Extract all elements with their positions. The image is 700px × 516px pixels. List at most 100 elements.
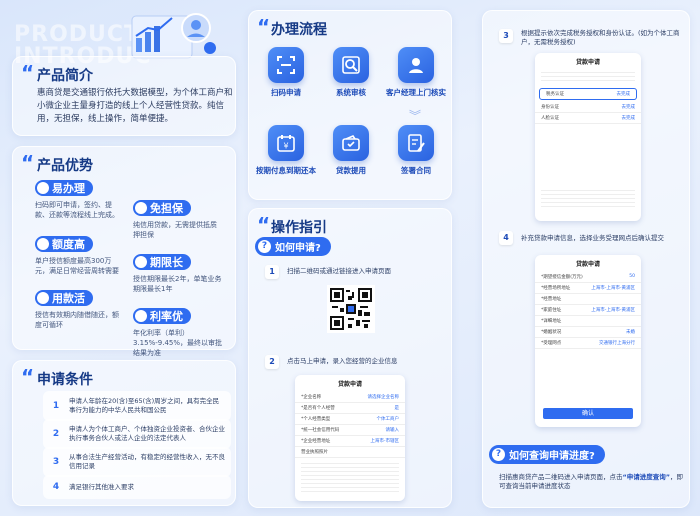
advantages-title: 产品优势 (37, 158, 93, 174)
advantage-item: 免担保 纯信用贷款，无需提供抵质押担保 (133, 199, 223, 240)
form-row: *企业名称 请选择企业名称 (295, 392, 405, 403)
right-panel: 3 根据提示依次完成税务授权和身份认证。(如为个体工商户，无需税务授权) 贷款申… (482, 10, 690, 508)
advantage-label: 易办理 (52, 182, 85, 195)
wallet-icon (333, 125, 369, 161)
advantage-item: 利率优 年化利率（单利）3.15%-9.45%，最终以审批结果为准 (133, 307, 223, 358)
advantage-item: 用款活 授信有效期内随借随还，额度可循环 (35, 289, 125, 330)
form-row: 税务认证 去完成 (539, 88, 637, 100)
condition-number: 4 (52, 481, 60, 492)
condition-item: 2 申请人为个体工商户、个体独资企业投资者、合伙企业执行事务合伙人或法人企业的法定… (43, 419, 231, 449)
phone-mockup: 贷款申请 *企业名称 请选择企业名称 *是否有个人经营是 *个人经营类型 个体工商户… (295, 375, 405, 501)
condition-number: 3 (52, 456, 60, 467)
phone-title: 贷款申请 (575, 261, 600, 268)
how-to-apply-label: 如何申请? (275, 243, 321, 254)
step-text: 点击马上申请，录入您经营的企业信息 (287, 357, 398, 365)
calendar-yen-icon: ¥ (268, 125, 304, 161)
quote-mark-icon: “ (257, 213, 271, 237)
process-step: 贷款提用 (321, 125, 381, 175)
form-row: *企业经营地址 上海市-市辖区 (295, 436, 405, 447)
process-step: ¥ 按期付息到期还本 (256, 125, 316, 175)
qr-code (327, 285, 375, 333)
process-title: 办理流程 (271, 22, 327, 38)
shield-icon (135, 202, 147, 214)
yen-icon (37, 238, 49, 250)
percent-icon (135, 310, 147, 322)
step-text: 扫描二维码或通过链接进入申请页面 (287, 267, 391, 275)
form-row: *经营地址 (535, 294, 641, 305)
advantage-item: 额度高 单户授信额度最高300万元，满足日常经营周转需要 (35, 235, 125, 276)
scan-icon (268, 47, 304, 83)
condition-text: 满足银行其他准入要求 (69, 482, 134, 491)
intro-text: 惠商贷是交通银行依托大数据模型，为个体工商户和小微企业主量身打造的线上个人经营性… (37, 88, 233, 124)
process-panel: “ 办理流程 扫码申请 系统审核 客户经理上门核实 ︾ ¥ 按期付息到期还本 贷款… (248, 10, 452, 200)
chevron-down-icon: ︾ (409, 109, 422, 123)
form-row: 人脸认证 去完成 (535, 113, 641, 124)
condition-number: 1 (52, 400, 60, 411)
condition-item: 3 从事合法生产经营活动，有稳定的经营性收入，无不良信用记录 (43, 447, 231, 477)
process-step: 签署合同 (386, 125, 446, 175)
condition-text: 从事合法生产经营活动，有稳定的经营性收入，无不良信用记录 (69, 453, 225, 470)
query-progress-title: 如何查询申请进度? (509, 451, 595, 462)
svg-text:¥: ¥ (283, 142, 288, 151)
advantage-label: 利率优 (150, 310, 183, 323)
intro-panel: “ 产品简介 惠商贷是交通银行依托大数据模型，为个体工商户和小微企业主量身打造的… (12, 56, 236, 136)
watermark-word-1: PRODUCT (14, 22, 141, 47)
query-progress-text: 扫描惠商贷产品二维码进入申请页面，点击“申请进度查询”，即可查询当前申请进度状态 (499, 473, 684, 490)
advantage-desc: 年化利率（单利）3.15%-9.45%，最终以审批结果为准 (133, 329, 223, 357)
intro-title: 产品简介 (37, 68, 93, 84)
advantage-desc: 纯信用贷款，无需提供抵质押担保 (133, 221, 217, 239)
advantage-label: 期限长 (150, 256, 183, 269)
advantage-item: 易办理 扫码即可申请，签约、提款、还款等流程线上完成。 (35, 179, 125, 220)
form-row: 身份认证 去完成 (535, 102, 641, 113)
form-row: *期望授信金额(万元) 50 (535, 272, 641, 283)
fine-print (301, 463, 399, 493)
advantage-desc: 授信有效期内随借随还，额度可循环 (35, 311, 119, 329)
confirm-button[interactable]: 确认 (543, 408, 633, 419)
phone-title: 贷款申请 (575, 59, 600, 66)
condition-item: 1 申请人年龄在20(含)至65(含)周岁之间，具有完全民事行为能力的中华人民共和… (43, 391, 231, 421)
fine-print (541, 72, 635, 84)
phone-mockup: 贷款申请 *期望授信金额(万元) 50 *经营场所地址 上海市-上海市-黄浦区 *经… (535, 255, 641, 427)
advantage-label: 免担保 (150, 202, 183, 215)
condition-text: 申请人为个体工商户、个体独资企业投资者、合伙企业执行事务合伙人或法人企业的法定代… (69, 425, 225, 442)
form-row: *婚姻状况 未婚 (535, 327, 641, 338)
search-icon (333, 47, 369, 83)
query-progress-header: ? 如何查询申请进度? (489, 445, 605, 464)
question-icon: ? (492, 448, 505, 461)
advantage-desc: 单户授信额度最高300万元，满足日常经营周转需要 (35, 257, 119, 275)
conditions-title: 申请条件 (37, 372, 93, 388)
step-text: 根据提示依次完成税务授权和身份认证。(如为个体工商户，无需税务授权) (521, 29, 680, 46)
form-row: *统一社会信用代码 请输入 (295, 425, 405, 436)
advantage-item: 期限长 授信期限最长2年，单笔业务期限最长1年 (133, 253, 223, 294)
form-row: *家庭住址 上海市-上海市-黄浦区 (535, 305, 641, 316)
phone-mockup: 贷款申请 税务认证 去完成 身份认证 去完成 人脸认证 去完成 (535, 53, 641, 221)
advantage-desc: 扫码即可申请，签约、提款、还款等流程线上完成。 (35, 201, 119, 219)
step-number: 2 (265, 355, 279, 369)
step-number: 3 (499, 29, 513, 43)
advantage-label: 额度高 (52, 238, 85, 251)
check-icon (37, 182, 49, 194)
question-icon: ? (258, 240, 271, 253)
process-step-label: 扫码申请 (271, 88, 301, 97)
guide-title: 操作指引 (271, 220, 327, 236)
condition-item: 4 满足银行其他准入要求 (43, 475, 231, 499)
form-row: *受理网点 交通银行上海分行 (535, 338, 641, 349)
process-step: 扫码申请 (256, 47, 316, 97)
form-row: *详细地址 (535, 316, 641, 327)
step-number: 4 (499, 231, 513, 245)
form-row: *经营场所地址 上海市-上海市-黄浦区 (535, 283, 641, 294)
user-icon (398, 47, 434, 83)
guide-panel: “ 操作指引 ? 如何申请? 1 扫描二维码或通过链接进入申请页面 2 点击马上申… (248, 208, 452, 508)
step-text: 补充贷款申请信息，选择业务受理网点后确认提交 (521, 234, 664, 242)
pen-icon (398, 125, 434, 161)
condition-number: 2 (52, 428, 60, 439)
conditions-panel: “ 申请条件 1 申请人年龄在20(含)至65(含)周岁之间，具有完全民事行为能力… (12, 360, 236, 506)
quote-mark-icon: “ (21, 365, 35, 389)
quote-mark-icon: “ (21, 61, 35, 85)
form-row: 营业执照照片 (295, 447, 405, 458)
quote-mark-icon: “ (257, 15, 271, 39)
clock-icon (135, 256, 147, 268)
form-row: *个人经营类型 个体工商户 (295, 414, 405, 425)
condition-text: 申请人年龄在20(含)至65(含)周岁之间，具有完全民事行为能力的中华人民共和国… (69, 397, 220, 414)
how-to-apply-header: ? 如何申请? (255, 237, 331, 256)
